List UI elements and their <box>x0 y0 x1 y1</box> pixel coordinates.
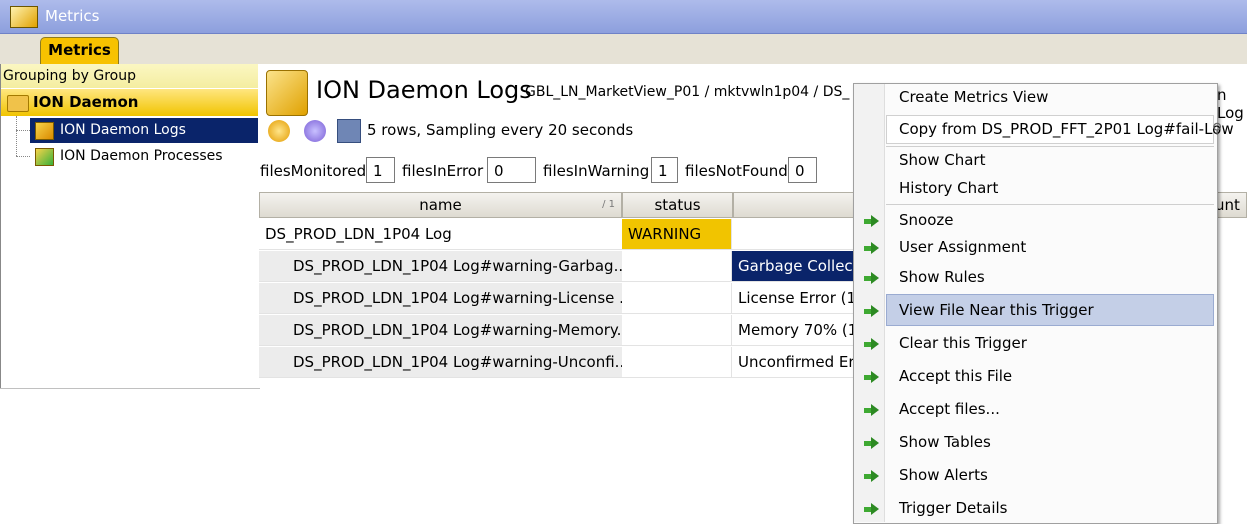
folder-icon <box>7 95 29 112</box>
log-icon <box>35 122 54 140</box>
green-arrow-icon <box>864 404 879 416</box>
sidebar-item-label: ION Daemon Logs <box>60 122 186 138</box>
menu-item-snooze[interactable]: Snooze <box>899 211 954 229</box>
menu-item-show-chart[interactable]: Show Chart <box>899 151 985 169</box>
status-cell <box>622 251 732 282</box>
green-arrow-icon <box>864 470 879 482</box>
counter-label-files-in-warning: filesInWarning <box>543 162 650 180</box>
table-row[interactable]: DS_PROD_LDN_1P04 Log#warning-Unconfi... … <box>259 347 879 379</box>
name-cell: DS_PROD_LDN_1P04 Log#warning-Memory... <box>259 315 622 346</box>
tree-root-label: ION Daemon <box>33 93 139 111</box>
status-cell <box>622 315 732 346</box>
sort-indicator: / 1 <box>602 199 615 210</box>
tab-strip <box>0 34 1247 65</box>
breadcrumb-tail: n Log <box>1217 86 1244 122</box>
menu-item-view-file-near-trigger[interactable]: View File Near this Trigger <box>899 301 1094 319</box>
tree-connector <box>16 156 30 157</box>
files-monitored-field[interactable]: 1 <box>366 157 395 183</box>
menu-item-trigger-details[interactable]: Trigger Details <box>899 499 1008 517</box>
tree-connector <box>16 116 17 156</box>
menu-separator <box>886 204 1214 205</box>
tree-connector <box>16 130 30 131</box>
window-title: Metrics <box>45 7 100 25</box>
table-row[interactable]: DS_PROD_LDN_1P04 Log WARNING <box>259 219 879 251</box>
menu-item-accept-this-file[interactable]: Accept this File <box>899 367 1012 385</box>
name-cell: DS_PROD_LDN_1P04 Log <box>259 219 622 250</box>
column-header-description[interactable] <box>733 192 873 218</box>
green-arrow-icon <box>864 338 879 350</box>
menu-item-show-alerts[interactable]: Show Alerts <box>899 466 988 484</box>
status-cell <box>622 347 732 378</box>
green-arrow-icon <box>864 305 879 317</box>
column-header-name[interactable]: name / 1 <box>259 192 622 218</box>
menu-item-show-rules[interactable]: Show Rules <box>899 268 985 286</box>
menu-item-history-chart[interactable]: History Chart <box>899 179 998 197</box>
green-arrow-icon <box>864 371 879 383</box>
status-badge: WARNING <box>622 219 732 250</box>
sidebar-item-ion-daemon-logs[interactable]: ION Daemon Logs <box>30 118 258 143</box>
page-title: ION Daemon Logs <box>316 76 532 104</box>
green-arrow-icon <box>864 215 879 227</box>
tab-metrics[interactable]: Metrics <box>40 37 119 65</box>
sampling-status: 5 rows, Sampling every 20 seconds <box>367 121 634 139</box>
menu-item-user-assignment[interactable]: User Assignment <box>899 238 1026 256</box>
tree-root-ion-daemon[interactable]: ION Daemon <box>1 89 258 116</box>
menu-item-show-tables[interactable]: Show Tables <box>899 433 991 451</box>
column-label: name <box>419 196 462 214</box>
column-header-status[interactable]: status <box>622 192 733 218</box>
menu-gutter <box>854 84 885 522</box>
pause-icon[interactable] <box>304 120 326 142</box>
name-cell: DS_PROD_LDN_1P04 Log#warning-Garbag... <box>259 251 622 282</box>
counter-label-files-in-error: filesInError <box>402 162 484 180</box>
grouping-header: Grouping by Group <box>1 64 258 88</box>
bottom-border <box>0 388 260 389</box>
sidebar-item-label: ION Daemon Processes <box>60 148 223 164</box>
files-in-error-field[interactable]: 0 <box>487 157 536 183</box>
counter-label-files-not-found: filesNotFound <box>685 162 788 180</box>
search-icon[interactable]: ⚲ <box>1212 121 1222 137</box>
breadcrumb: GBL_LN_MarketView_P01 / mktvwln1p04 / DS… <box>525 84 850 100</box>
app-icon <box>10 6 38 28</box>
sidebar-item-ion-daemon-processes[interactable]: ION Daemon Processes <box>30 144 258 169</box>
files-not-found-field[interactable]: 0 <box>788 157 817 183</box>
column-header-count[interactable]: unt <box>1214 192 1247 218</box>
refresh-icon[interactable] <box>268 120 290 142</box>
files-in-warning-field[interactable]: 1 <box>651 157 678 183</box>
green-arrow-icon <box>864 437 879 449</box>
green-arrow-icon <box>864 272 879 284</box>
menu-item-create-metrics-view[interactable]: Create Metrics View <box>899 88 1048 106</box>
network-icon[interactable] <box>337 119 361 143</box>
process-icon <box>35 148 54 166</box>
green-arrow-icon <box>864 242 879 254</box>
menu-item-copy-from[interactable]: Copy from DS_PROD_FFT_2P01 Log#fail-Low <box>899 120 1234 138</box>
logs-icon <box>266 70 308 116</box>
name-cell: DS_PROD_LDN_1P04 Log#warning-License ... <box>259 283 622 314</box>
table-row[interactable]: DS_PROD_LDN_1P04 Log#warning-Garbag... G… <box>259 251 879 283</box>
title-bar: Metrics <box>0 0 1247 34</box>
green-arrow-icon <box>864 503 879 515</box>
menu-separator <box>886 146 1214 147</box>
name-cell: DS_PROD_LDN_1P04 Log#warning-Unconfi... <box>259 347 622 378</box>
table-row[interactable]: DS_PROD_LDN_1P04 Log#warning-License ...… <box>259 283 879 315</box>
status-cell <box>622 283 732 314</box>
table-row[interactable]: DS_PROD_LDN_1P04 Log#warning-Memory... M… <box>259 315 879 347</box>
menu-item-clear-trigger[interactable]: Clear this Trigger <box>899 334 1027 352</box>
counter-label-files-monitored: filesMonitored <box>260 162 367 180</box>
menu-item-accept-files[interactable]: Accept files... <box>899 400 1000 418</box>
